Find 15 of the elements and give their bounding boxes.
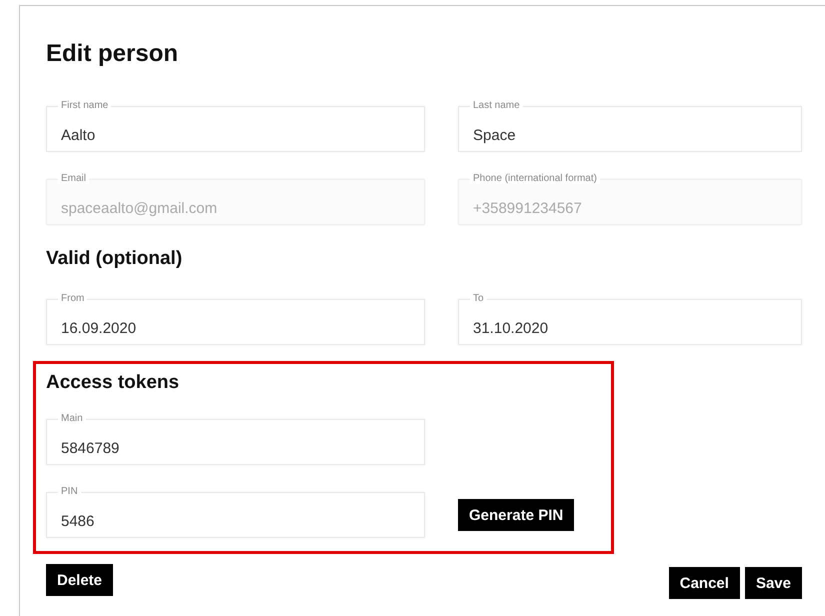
generate-button[interactable]: Generate PIN	[458, 499, 574, 531]
field-label: Last name	[470, 100, 523, 111]
save-button[interactable]: Save	[744, 567, 802, 599]
field-label: Phone (international format)	[470, 173, 600, 184]
field-label: PIN	[58, 486, 81, 497]
delete-button[interactable]: Delete	[46, 564, 114, 596]
field-label: Email	[58, 173, 90, 184]
field-label: First name	[58, 100, 112, 111]
section-heading: Valid (optional)	[46, 247, 184, 271]
section-heading: Access tokens	[46, 371, 180, 395]
field-label: Main	[58, 413, 86, 424]
cancel-button[interactable]: Cancel	[668, 567, 740, 599]
field-label: To	[470, 293, 487, 304]
field-label: From	[58, 293, 88, 304]
dialog-title: Edit person	[46, 39, 180, 69]
